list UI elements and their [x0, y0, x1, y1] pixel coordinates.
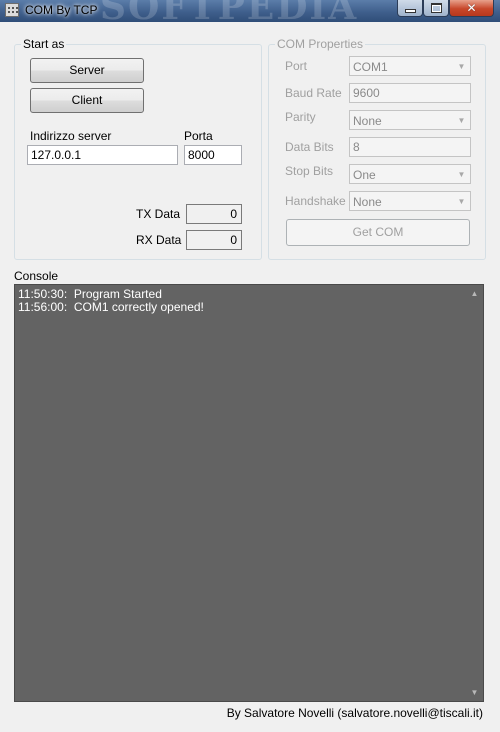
client-button[interactable]: Client — [30, 88, 144, 113]
rx-data-value: 0 — [186, 230, 242, 250]
port-field[interactable]: 8000 — [184, 145, 242, 165]
data-bits-field[interactable]: 8 — [349, 137, 471, 157]
start-as-legend: Start as — [21, 37, 67, 51]
console-line: 11:56:00: COM1 correctly opened! — [18, 301, 204, 314]
app-icon[interactable] — [5, 3, 19, 17]
stop-bits-label: Stop Bits — [285, 164, 334, 178]
chevron-down-icon: ▼ — [457, 115, 466, 125]
data-bits-label: Data Bits — [285, 140, 334, 154]
chevron-down-icon: ▼ — [457, 196, 466, 206]
com-port-value: COM1 — [353, 60, 388, 74]
get-com-button[interactable]: Get COM — [286, 219, 470, 246]
com-port-label: Port — [285, 59, 308, 73]
console-lines: 11:50:30: Program Started 11:56:00: COM1… — [18, 288, 204, 314]
watermark: SOFTPEDIA — [100, 0, 359, 28]
maximize-button[interactable] — [423, 0, 449, 17]
scroll-up-icon[interactable]: ▲ — [466, 285, 483, 302]
minimize-button[interactable] — [397, 0, 423, 17]
baud-rate-field[interactable]: 9600 — [349, 83, 471, 103]
handshake-select[interactable]: None ▼ — [349, 191, 471, 211]
server-button[interactable]: Server — [30, 58, 144, 83]
scroll-down-icon[interactable]: ▼ — [466, 684, 483, 701]
console-timestamp: 11:56:00: — [18, 300, 68, 314]
stop-bits-select[interactable]: One ▼ — [349, 164, 471, 184]
close-icon: ✕ — [466, 1, 477, 15]
minimize-icon — [404, 9, 416, 13]
handshake-value: None — [353, 195, 382, 209]
port-label: Porta — [184, 129, 213, 143]
tx-data-value: 0 — [186, 204, 242, 224]
console-message: COM1 correctly opened! — [73, 300, 204, 314]
parity-select[interactable]: None ▼ — [349, 110, 471, 130]
parity-value: None — [353, 114, 382, 128]
author-credit: By Salvatore Novelli (salvatore.novelli@… — [226, 706, 483, 720]
console-scrollbar[interactable]: ▲ ▼ — [466, 285, 483, 701]
console-output[interactable]: 11:50:30: Program Started 11:56:00: COM1… — [14, 284, 484, 702]
server-address-field[interactable]: 127.0.0.1 — [27, 145, 178, 165]
server-address-label: Indirizzo server — [30, 129, 112, 143]
title-bar[interactable]: SOFTPEDIA COM By TCP ✕ — [0, 0, 500, 28]
close-button[interactable]: ✕ — [449, 0, 494, 17]
console-label: Console — [14, 269, 59, 283]
console-message: Program Started — [73, 287, 162, 301]
maximize-icon — [430, 3, 442, 13]
baud-rate-label: Baud Rate — [285, 86, 342, 100]
com-port-select[interactable]: COM1 ▼ — [349, 56, 471, 76]
parity-label: Parity — [285, 110, 316, 124]
rx-data-label: RX Data — [136, 233, 182, 247]
chevron-down-icon: ▼ — [457, 169, 466, 179]
console-timestamp: 11:50:30: — [18, 287, 68, 301]
chevron-down-icon: ▼ — [457, 61, 466, 71]
tx-data-label: TX Data — [136, 207, 181, 221]
com-properties-legend: COM Properties — [275, 37, 366, 51]
stop-bits-value: One — [353, 168, 376, 182]
window-title: COM By TCP — [25, 3, 98, 17]
handshake-label: Handshake — [285, 194, 346, 208]
